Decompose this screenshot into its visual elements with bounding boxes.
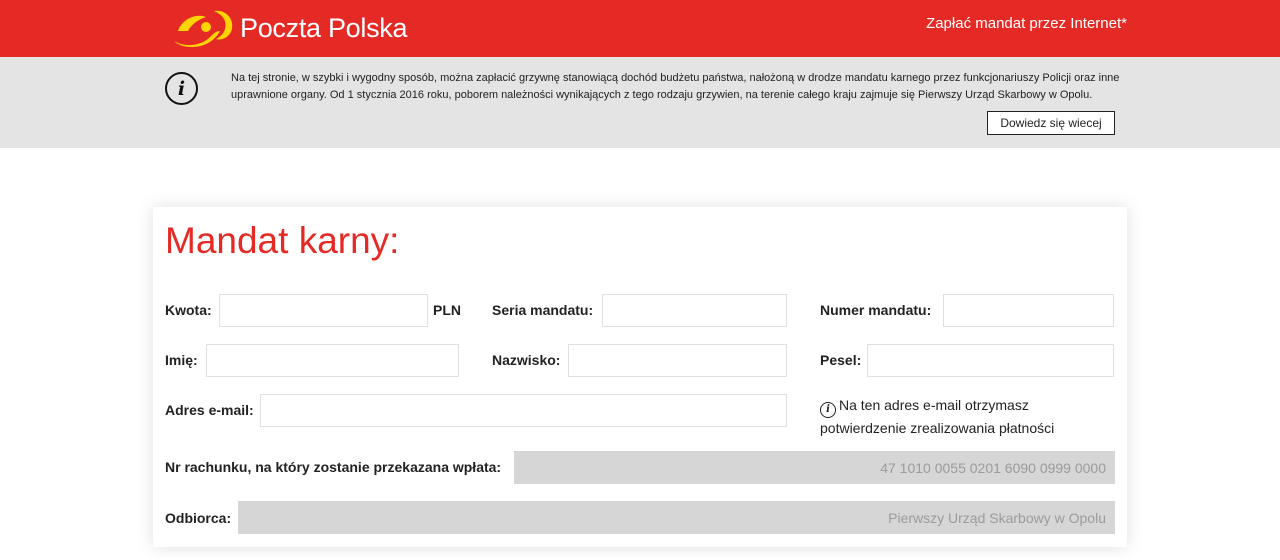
form-title: Mandat karny:	[165, 220, 400, 261]
amount-label: Kwota:	[165, 302, 212, 318]
recipient-field	[238, 501, 1115, 534]
email-note: i Na ten adres e-mail otrzymasz potwierdz…	[820, 395, 1100, 438]
amount-input[interactable]	[219, 294, 428, 327]
poczta-polska-logo[interactable]: Poczta Polska	[170, 6, 407, 50]
first-name-label: Imię:	[165, 352, 198, 368]
info-icon: i	[165, 72, 198, 105]
header-bar: Poczta Polska Zapłać mandat przez Intern…	[0, 0, 1280, 57]
pesel-label: Pesel:	[820, 352, 862, 368]
currency-label: PLN	[433, 302, 461, 318]
recipient-label: Odbiorca:	[165, 510, 232, 526]
email-note-text: Na ten adres e-mail otrzymasz potwierdze…	[820, 397, 1055, 436]
last-name-label: Nazwisko:	[492, 352, 561, 368]
fine-series-label: Seria mandatu:	[492, 302, 594, 318]
brand-name: Poczta Polska	[240, 12, 408, 43]
pay-fine-online-link[interactable]: Zapłać mandat przez Internet*	[926, 15, 1127, 32]
email-label: Adres e-mail:	[165, 402, 254, 418]
fine-series-input[interactable]	[602, 294, 787, 327]
account-number-label: Nr rachunku, na który zostanie przekazan…	[165, 459, 502, 475]
email-input[interactable]	[260, 394, 787, 427]
fine-number-input[interactable]	[943, 294, 1114, 327]
learn-more-button[interactable]: Dowiedz się wiecej	[987, 111, 1115, 135]
pesel-input[interactable]	[867, 344, 1114, 377]
info-text: Na tej stronie, w szybki i wygodny sposó…	[231, 72, 1120, 101]
post-horn-icon	[174, 10, 233, 47]
fine-number-label: Numer mandatu:	[820, 302, 932, 318]
last-name-input[interactable]	[568, 344, 787, 377]
account-number-field	[514, 451, 1115, 484]
first-name-input[interactable]	[206, 344, 459, 377]
info-small-icon: i	[820, 402, 836, 418]
